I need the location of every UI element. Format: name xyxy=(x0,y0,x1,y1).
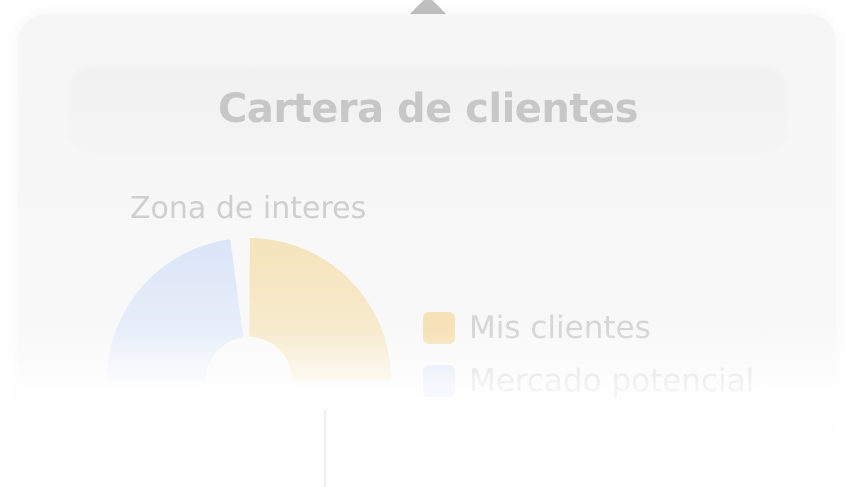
legend-item-mis-clientes: Mis clientes xyxy=(423,310,651,346)
legend-label-mercado-potencial: Mercado potencial xyxy=(469,363,755,399)
section-title: Zona de interes xyxy=(130,191,367,226)
bottom-sheet xyxy=(0,405,845,487)
legend-swatch-mis-clientes xyxy=(423,312,455,344)
page-title: Cartera de clientes xyxy=(218,86,638,132)
legend-label-mis-clientes: Mis clientes xyxy=(469,310,651,346)
client-portfolio-chart xyxy=(107,238,391,405)
app-screen: Cartera de clientes Zona de interes Mis … xyxy=(0,0,845,487)
legend-item-mercado-potencial: Mercado potencial xyxy=(423,363,754,399)
bottom-divider xyxy=(324,410,326,487)
legend-swatch-mercado-potencial xyxy=(423,365,455,397)
